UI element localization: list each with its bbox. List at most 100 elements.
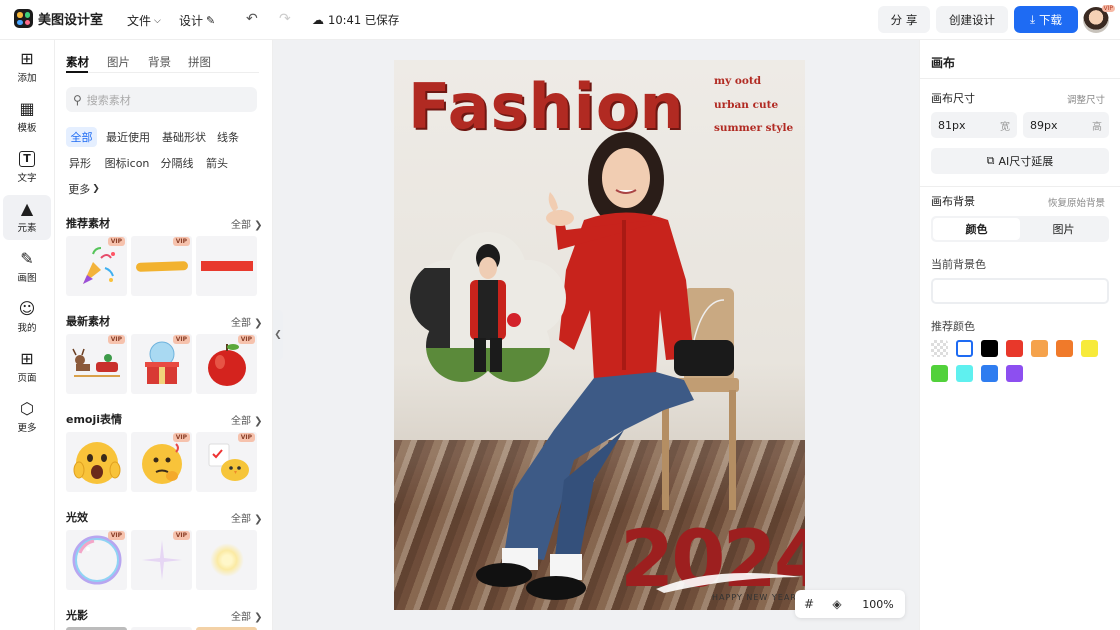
section-title-light-shadow: 光影: [66, 609, 88, 622]
material-thumb-thinking-emoji[interactable]: VIP: [131, 432, 192, 492]
ai-resize-icon: ⧉: [986, 154, 995, 167]
rail-item-mine[interactable]: ☺ 我的: [3, 295, 51, 340]
download-button[interactable]: ⤓ 下载: [1014, 6, 1078, 33]
ai-extend-button[interactable]: ⧉ AI尺寸延展: [931, 148, 1109, 174]
download-icon: ⤓: [1029, 12, 1036, 26]
poster-title[interactable]: Fashion: [408, 70, 685, 143]
sparkle-icon: [141, 540, 182, 580]
material-thumb-yellow-brush[interactable]: VIP: [131, 236, 192, 296]
color-swatch[interactable]: [1056, 340, 1073, 357]
height-value: 89px: [1030, 118, 1058, 132]
template-icon: ▦: [19, 99, 35, 118]
width-field[interactable]: 81px 宽: [931, 112, 1017, 138]
rail-item-text[interactable]: T 文字: [3, 145, 51, 190]
divider: [920, 186, 1120, 187]
reindeer-sleigh-icon: [71, 348, 120, 377]
rail-item-elements[interactable]: ▲ 元素: [3, 195, 51, 240]
share-button[interactable]: 分 享: [878, 6, 930, 33]
color-swatch[interactable]: [1006, 340, 1023, 357]
poster-tag[interactable]: urban cute: [714, 99, 778, 111]
chip-more[interactable]: 更多 ❯: [66, 179, 102, 199]
color-swatch[interactable]: [956, 365, 973, 382]
tab-backgrounds[interactable]: 背景: [148, 54, 171, 70]
material-thumb-bubble[interactable]: VIP: [66, 530, 127, 590]
material-thumb-sparkle[interactable]: VIP: [131, 530, 192, 590]
tabs-divider: [66, 72, 259, 73]
height-unit: 高: [1092, 121, 1102, 133]
chip-lines[interactable]: 线条: [213, 127, 243, 147]
cube-icon: ⬡: [20, 399, 34, 418]
rail-item-template[interactable]: ▦ 模板: [3, 95, 51, 140]
chip-icons[interactable]: 图标icon: [102, 153, 152, 173]
recommended-colors-label: 推荐颜色: [931, 320, 975, 333]
yellow-brush-stroke: [135, 260, 188, 272]
search-input[interactable]: ⚲ 搜索素材: [66, 87, 257, 112]
color-swatch[interactable]: [981, 365, 998, 382]
tab-images[interactable]: 图片: [107, 54, 130, 70]
chip-arrows[interactable]: 箭头: [203, 153, 231, 173]
red-apple-icon: [207, 344, 246, 386]
left-rail: ⊞ 添加 ▦ 模板 T 文字 ▲ 元素 ✎ 画图 ☺ 我的 ⊞ 页面 ⬡ 更多: [0, 40, 55, 630]
tab-materials[interactable]: 素材: [66, 54, 89, 70]
file-menu[interactable]: 文件 ⌵: [127, 12, 161, 29]
collapse-panel-button[interactable]: ❮: [273, 310, 283, 360]
grid-icon[interactable]: #: [795, 597, 823, 611]
poster-tag[interactable]: summer style: [714, 122, 793, 134]
color-swatch[interactable]: [1006, 365, 1023, 382]
chip-all[interactable]: 全部: [66, 127, 97, 147]
seg-image[interactable]: 图片: [1020, 218, 1107, 240]
material-thumb-red-bar[interactable]: [196, 236, 257, 296]
section-all-recommended[interactable]: 全部 ❯: [231, 216, 263, 231]
rail-item-draw[interactable]: ✎ 画图: [3, 245, 51, 290]
avatar[interactable]: VIP: [1083, 5, 1115, 33]
canvas-bg-label: 画布背景: [931, 195, 975, 208]
top-bar: 美图设计室 文件 ⌵ 设计 ✎ ↶ ↷ ☁ 10:41 已保存 分 享 创建设计…: [0, 0, 1120, 40]
color-swatch[interactable]: [1031, 340, 1048, 357]
rail-item-more[interactable]: ⬡ 更多: [3, 395, 51, 440]
section-all-emoji[interactable]: 全部 ❯: [231, 412, 263, 427]
section-all-light-effects[interactable]: 全部 ❯: [231, 510, 263, 525]
chevron-right-icon: ❯: [92, 184, 100, 194]
material-thumb-gift-globe[interactable]: VIP: [131, 334, 192, 394]
material-thumb-glow[interactable]: [196, 530, 257, 590]
brush-swoosh: [656, 573, 802, 593]
chip-recent[interactable]: 最近使用: [103, 127, 153, 147]
canvas-size-label: 画布尺寸: [931, 92, 975, 105]
chip-irregular[interactable]: 异形: [66, 153, 94, 173]
material-thumb-apple[interactable]: VIP: [196, 334, 257, 394]
material-thumb-shocked-emoji[interactable]: [66, 432, 127, 492]
app-logo[interactable]: 美图设计室: [14, 9, 103, 28]
seg-color[interactable]: 颜色: [933, 218, 1020, 240]
width-value: 81px: [938, 118, 966, 132]
material-thumb-chick-emoji[interactable]: VIP: [196, 432, 257, 492]
color-swatch[interactable]: [1081, 340, 1098, 357]
color-swatch[interactable]: [956, 340, 973, 357]
material-thumb-party-popper[interactable]: VIP: [66, 236, 127, 296]
chip-dividers[interactable]: 分隔线: [157, 153, 197, 173]
height-field[interactable]: 89px 高: [1023, 112, 1109, 138]
poster-footer-text[interactable]: HAPPY NEW YEAR: [712, 593, 797, 602]
rail-item-page[interactable]: ⊞ 页面: [3, 345, 51, 390]
chip-basic-shapes[interactable]: 基础形状: [159, 127, 209, 147]
rail-item-add[interactable]: ⊞ 添加: [3, 45, 51, 90]
tab-collage[interactable]: 拼图: [188, 54, 211, 70]
layers-icon[interactable]: ◈: [823, 597, 851, 611]
poster-canvas[interactable]: Fashion my ootd urban cute summer style …: [394, 60, 805, 610]
poster-tag[interactable]: my ootd: [714, 75, 761, 87]
material-thumb-sleigh[interactable]: VIP: [66, 334, 127, 394]
current-bg-swatch[interactable]: [931, 278, 1109, 304]
zoom-level[interactable]: 100%: [851, 598, 905, 611]
reset-bg-link[interactable]: 恢复原始背景: [1048, 195, 1105, 209]
red-bar-shape: [200, 261, 253, 271]
adjust-size-link[interactable]: 调整尺寸: [1067, 92, 1105, 106]
color-swatch[interactable]: [931, 365, 948, 382]
section-all-light-shadow[interactable]: 全部 ❯: [231, 608, 263, 623]
redo-icon[interactable]: ↷: [279, 11, 291, 27]
undo-icon[interactable]: ↶: [246, 11, 258, 27]
design-menu[interactable]: 设计 ✎: [179, 12, 215, 29]
create-design-button[interactable]: 创建设计: [936, 6, 1008, 33]
download-label: 下载: [1039, 12, 1063, 27]
color-swatch[interactable]: [981, 340, 998, 357]
section-all-latest[interactable]: 全部 ❯: [231, 314, 263, 329]
color-swatch[interactable]: [931, 340, 948, 357]
